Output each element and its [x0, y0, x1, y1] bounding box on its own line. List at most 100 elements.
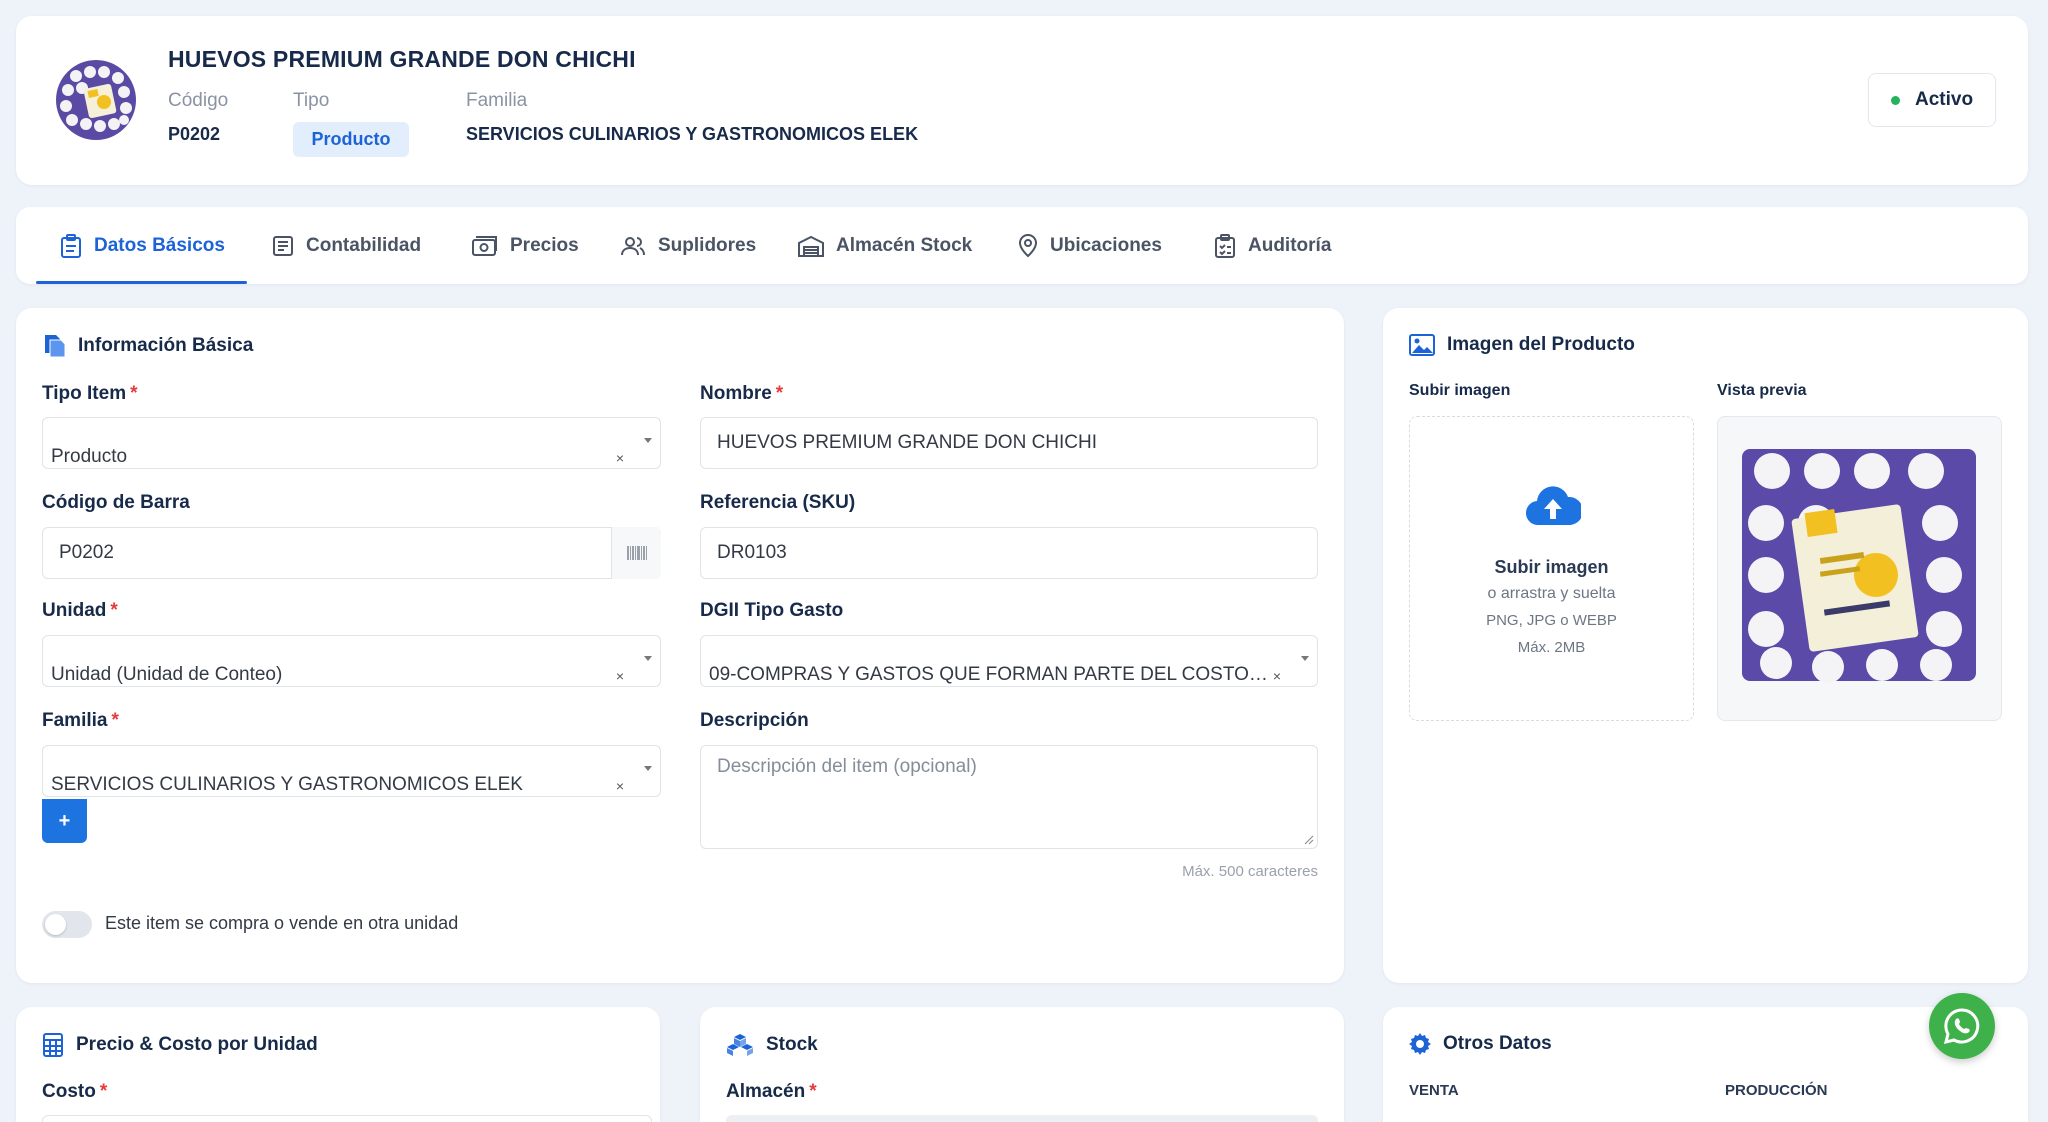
image-preview — [1717, 416, 2002, 721]
warehouse-icon — [798, 235, 824, 257]
costo-input[interactable] — [42, 1115, 652, 1122]
clear-icon[interactable]: × — [616, 778, 624, 794]
tab-ubicaciones[interactable]: Ubicaciones — [1018, 207, 1162, 284]
calculator-icon — [43, 1033, 63, 1057]
dropzone-hint: o arrastra y suelta — [1487, 585, 1616, 602]
checklist-icon — [1215, 233, 1235, 258]
codigo-barra-label: Código de Barra — [42, 492, 190, 513]
max-chars-hint: Máx. 500 caracteres — [1182, 863, 1318, 880]
almacen-label: Almacén * — [726, 1081, 817, 1102]
clear-icon[interactable]: × — [616, 450, 624, 466]
cash-icon — [472, 235, 497, 256]
tipo-item-select[interactable]: Producto × — [42, 417, 661, 469]
nombre-input[interactable]: HUEVOS PREMIUM GRANDE DON CHICHI — [700, 417, 1318, 469]
status-badge[interactable]: Activo — [1868, 73, 1996, 127]
copy-document-icon — [45, 335, 66, 358]
tipo-badge: Producto — [293, 122, 409, 157]
tab-contabilidad[interactable]: Contabilidad — [272, 207, 421, 284]
caret-down-icon[interactable] — [1301, 656, 1309, 661]
dgii-label: DGII Tipo Gasto — [700, 600, 844, 621]
product-image-card: Imagen del Producto Subir imagen Vista p… — [1383, 308, 2028, 983]
dgii-select[interactable]: 09-COMPRAS Y GASTOS QUE FORMAN PARTE DEL… — [700, 635, 1318, 687]
image-icon — [1409, 334, 1435, 356]
upload-label: Subir imagen — [1409, 382, 1511, 399]
cloud-upload-icon — [1526, 486, 1581, 526]
clear-icon[interactable]: × — [616, 668, 624, 684]
boxes-icon — [727, 1034, 753, 1056]
descripcion-placeholder: Descripción del item (opcional) — [717, 756, 977, 777]
document-icon — [273, 235, 293, 256]
tab-datos-basicos[interactable]: Datos Básicos — [36, 207, 247, 284]
tab-label: Suplidores — [658, 234, 757, 256]
familia-field-label: Familia * — [42, 710, 119, 731]
whatsapp-icon — [1943, 1008, 1980, 1045]
tab-precios[interactable]: Precios — [472, 207, 579, 284]
sku-input[interactable]: DR0103 — [700, 527, 1318, 579]
basic-info-title: Información Básica — [42, 334, 253, 358]
users-icon — [621, 236, 645, 255]
add-familia-button[interactable]: + — [42, 799, 87, 843]
barcode-button[interactable] — [611, 527, 661, 579]
tab-bar: Datos Básicos Contabilidad Precios Supli… — [16, 207, 2028, 284]
clipboard-icon — [61, 233, 81, 258]
product-preview-image — [1742, 449, 1976, 683]
dropzone-title: Subir imagen — [1494, 557, 1609, 577]
tab-label: Almacén Stock — [836, 234, 973, 256]
image-card-title: Imagen del Producto — [1409, 334, 1635, 356]
familia-label: Familia — [466, 90, 528, 111]
venta-label: VENTA — [1409, 1082, 1459, 1099]
tab-label: Datos Básicos — [94, 234, 225, 256]
familia-value: SERVICIOS CULINARIOS Y GASTRONOMICOS ELE… — [466, 124, 919, 144]
produccion-label: PRODUCCIÓN — [1725, 1082, 1828, 1099]
tipo-item-label: Tipo Item * — [42, 383, 138, 404]
otros-card-title: Otros Datos — [1409, 1033, 1552, 1055]
almacen-select[interactable] — [726, 1115, 1318, 1122]
other-unit-toggle-label: Este item se compra o vende en otra unid… — [105, 913, 459, 933]
tipo-label: Tipo — [293, 90, 330, 111]
precio-card-title: Precio & Costo por Unidad — [42, 1033, 318, 1057]
stock-card: Stock Almacén * — [700, 1007, 1344, 1122]
barcode-icon — [626, 546, 647, 560]
product-header: HUEVOS PREMIUM GRANDE DON CHICHI Código … — [16, 16, 2028, 185]
codigo-barra-input[interactable]: P0202 — [42, 527, 661, 579]
caret-down-icon[interactable] — [644, 766, 652, 771]
precio-costo-card: Precio & Costo por Unidad Costo * — [16, 1007, 660, 1122]
descripcion-textarea[interactable]: Descripción del item (opcional) — [700, 745, 1318, 849]
whatsapp-button[interactable] — [1929, 993, 1995, 1059]
gear-icon — [1409, 1033, 1431, 1055]
tab-label: Auditoría — [1248, 234, 1332, 256]
tab-auditoria[interactable]: Auditoría — [1214, 207, 1331, 284]
selected-value: Producto — [51, 446, 128, 467]
tab-almacen-stock[interactable]: Almacén Stock — [798, 207, 972, 284]
nombre-label: Nombre * — [700, 383, 784, 404]
selected-value: SERVICIOS CULINARIOS Y GASTRONOMICOS ELE… — [51, 774, 523, 795]
resize-grip-icon[interactable] — [1304, 835, 1314, 845]
codigo-value: P0202 — [168, 124, 221, 144]
product-title: HUEVOS PREMIUM GRANDE DON CHICHI — [168, 46, 636, 72]
location-pin-icon — [1018, 233, 1038, 257]
image-dropzone[interactable]: Subir imagen o arrastra y suelta PNG, JP… — [1409, 416, 1694, 721]
dropzone-formats: PNG, JPG o WEBP — [1486, 612, 1617, 629]
status-label: Activo — [1915, 89, 1974, 110]
familia-select[interactable]: SERVICIOS CULINARIOS Y GASTRONOMICOS ELE… — [42, 745, 661, 797]
sku-label: Referencia (SKU) — [700, 492, 856, 513]
tab-label: Contabilidad — [306, 234, 422, 256]
other-unit-toggle[interactable] — [42, 911, 92, 938]
tab-suplidores[interactable]: Suplidores — [620, 207, 756, 284]
selected-value: 09-COMPRAS Y GASTOS QUE FORMAN PARTE DEL… — [709, 664, 1269, 685]
status-dot-icon — [1891, 96, 1900, 105]
clear-icon[interactable]: × — [1273, 668, 1281, 684]
caret-down-icon[interactable] — [644, 438, 652, 443]
tab-label: Ubicaciones — [1050, 234, 1162, 256]
descripcion-label: Descripción — [700, 710, 809, 731]
tab-label: Precios — [510, 234, 579, 256]
codigo-label: Código — [168, 90, 229, 111]
product-thumbnail — [50, 54, 142, 146]
preview-label: Vista previa — [1717, 382, 1807, 399]
unidad-select[interactable]: Unidad (Unidad de Conteo) × — [42, 635, 661, 687]
stock-card-title: Stock — [726, 1033, 818, 1057]
dropzone-max-size: Máx. 2MB — [1517, 639, 1586, 656]
selected-value: Unidad (Unidad de Conteo) — [51, 664, 283, 685]
unidad-label: Unidad * — [42, 600, 118, 621]
caret-down-icon[interactable] — [644, 656, 652, 661]
